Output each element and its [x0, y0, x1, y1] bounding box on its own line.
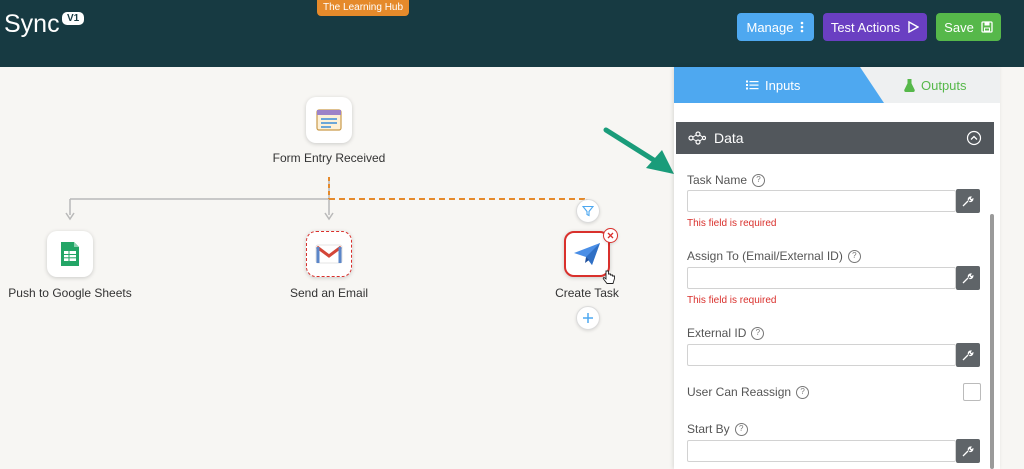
paper-plane-icon [574, 243, 600, 265]
floppy-disk-icon [981, 21, 993, 33]
data-section-header[interactable]: Data [676, 122, 994, 154]
field-label-text: Task Name [687, 173, 748, 187]
action-node-label: Push to Google Sheets [8, 286, 132, 300]
assign-to-tool-button[interactable] [956, 266, 980, 290]
save-label: Save [944, 19, 974, 35]
task-name-label: Task Name ? [687, 173, 766, 187]
assign-to-error: This field is required [687, 295, 777, 306]
action-node-send-email[interactable] [306, 231, 352, 277]
learning-hub-badge[interactable]: The Learning Hub [317, 0, 410, 16]
workflow-title[interactable]: Sync [4, 10, 60, 39]
tab-inputs-label: Inputs [765, 77, 801, 93]
field-label-text: External ID [687, 326, 747, 340]
manage-button[interactable]: Manage [737, 13, 814, 41]
version-badge: V1 [62, 12, 85, 25]
start-by-input[interactable] [687, 440, 956, 462]
task-name-input[interactable] [687, 190, 956, 212]
action-node-label: Send an Email [289, 286, 369, 300]
external-id-input[interactable] [687, 344, 956, 366]
task-name-tool-button[interactable] [956, 189, 980, 213]
help-icon[interactable]: ? [734, 422, 748, 436]
panel-tabs: Inputs Outputs [674, 67, 1000, 103]
start-by-tool-button[interactable] [956, 439, 980, 463]
wrench-icon [962, 446, 974, 457]
help-icon[interactable]: ? [847, 249, 861, 263]
filter-button[interactable] [576, 199, 600, 223]
start-by-label: Start By ? [687, 422, 748, 436]
header-bar: Sync V1 The Learning Hub Manage Test Act… [0, 0, 1024, 67]
action-node-google-sheets[interactable] [47, 231, 93, 277]
field-label-text: Assign To (Email/External ID) [687, 249, 843, 263]
assign-to-input[interactable] [687, 267, 956, 289]
action-node-label: Create Task [555, 286, 619, 300]
panel-scrollbar[interactable] [990, 214, 994, 469]
user-can-reassign-label: User Can Reassign ? [687, 385, 810, 399]
plus-icon [583, 313, 593, 323]
external-id-tool-button[interactable] [956, 343, 980, 367]
field-label-text: Start By [687, 422, 730, 436]
annotation-arrow-icon [603, 127, 674, 174]
trigger-node[interactable] [306, 97, 352, 143]
external-id-label: External ID ? [687, 326, 765, 340]
trigger-node-label: Form Entry Received [272, 151, 386, 165]
tab-outputs[interactable]: Outputs [904, 67, 967, 103]
kebab-menu-icon [801, 21, 804, 33]
field-label-text: User Can Reassign [687, 385, 792, 399]
network-nodes-icon [688, 131, 706, 145]
tab-outputs-label: Outputs [921, 77, 967, 93]
assign-to-label: Assign To (Email/External ID) ? [687, 249, 861, 263]
help-icon[interactable]: ? [752, 173, 766, 187]
wrench-icon [962, 350, 974, 361]
filter-icon [582, 205, 594, 217]
test-actions-button[interactable]: Test Actions [823, 13, 927, 41]
task-name-error: This field is required [687, 218, 777, 229]
wrench-icon [962, 273, 974, 284]
help-icon[interactable]: ? [751, 326, 765, 340]
user-can-reassign-checkbox[interactable] [963, 383, 981, 401]
manage-label: Manage [746, 19, 794, 35]
google-sheets-icon [61, 242, 79, 266]
delete-node-button[interactable] [603, 228, 618, 243]
collapse-chevron-icon[interactable] [966, 130, 982, 146]
form-icon [316, 109, 342, 131]
test-actions-label: Test Actions [830, 19, 901, 35]
add-step-button[interactable] [576, 306, 600, 330]
section-title: Data [714, 130, 744, 146]
wrench-icon [962, 196, 974, 207]
flask-icon [904, 78, 915, 92]
save-button[interactable]: Save [936, 13, 1001, 41]
hand-cursor-icon [602, 270, 615, 284]
properties-panel: Inputs Outputs Data Task Name ? This fie… [674, 67, 1000, 469]
help-icon[interactable]: ? [796, 385, 810, 399]
close-icon [607, 232, 614, 239]
list-icon [746, 80, 759, 90]
play-icon [908, 21, 920, 33]
gmail-icon [315, 244, 343, 264]
tab-inputs[interactable]: Inputs [674, 67, 884, 103]
